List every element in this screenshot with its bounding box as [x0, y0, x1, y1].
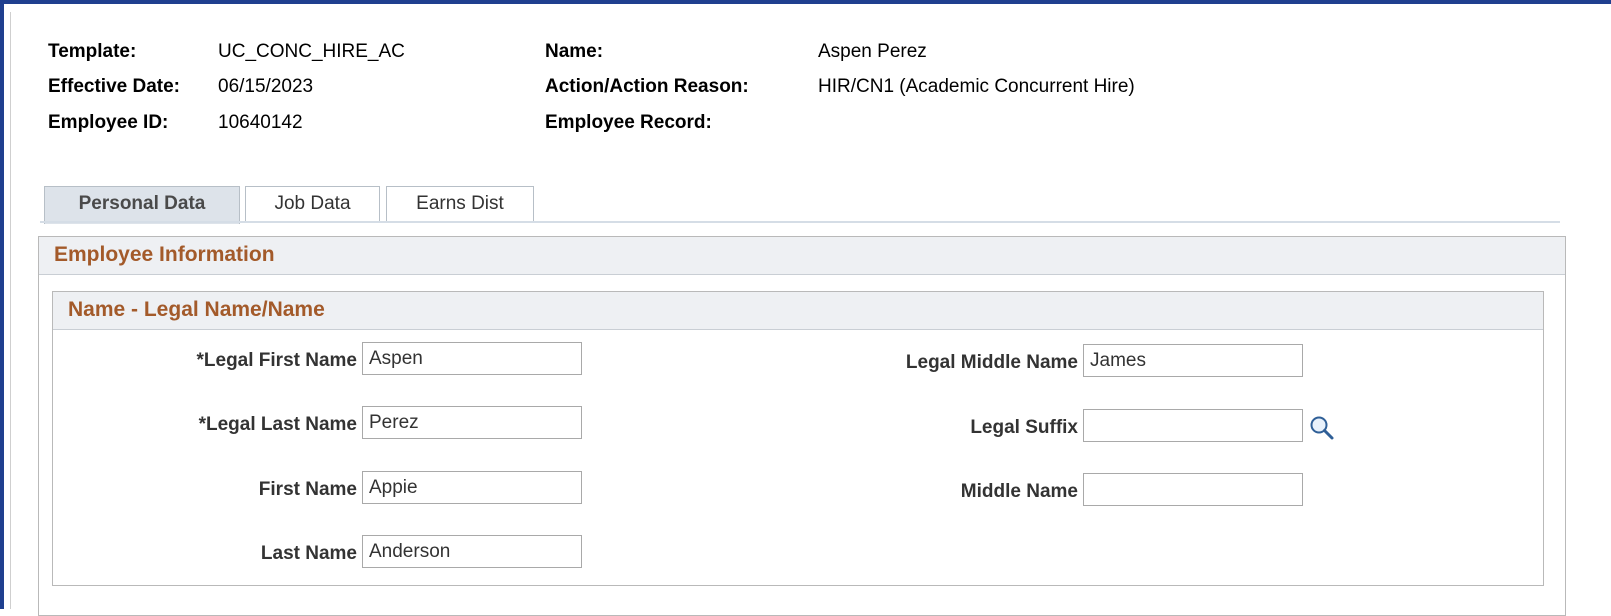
legal-last-name-label: *Legal Last Name — [198, 414, 357, 435]
last-name-label: Last Name — [260, 543, 357, 564]
middle-name-field[interactable] — [1083, 473, 1303, 506]
effective-date-value: 06/15/2023 — [218, 76, 314, 97]
name-value: Aspen Perez — [818, 41, 927, 62]
lookup-magnifier-icon[interactable] — [1308, 414, 1336, 442]
middle-name-label: Middle Name — [960, 481, 1078, 502]
employee-id-value: 10640142 — [218, 112, 303, 133]
tab-earns-dist[interactable]: Earns Dist — [386, 186, 534, 222]
legal-middle-name-field[interactable]: James — [1083, 344, 1303, 377]
last-name-field[interactable]: Anderson — [362, 535, 582, 568]
template-value: UC_CONC_HIRE_AC — [218, 41, 405, 62]
legal-first-name-label: *Legal First Name — [196, 350, 358, 371]
employee-information-header: Employee Information — [39, 237, 1565, 275]
employee-information-title: Employee Information — [54, 243, 275, 266]
tab-underline — [40, 221, 1560, 223]
action-reason-label: Action/Action Reason: — [545, 76, 749, 97]
first-name-field[interactable]: Appie — [362, 471, 582, 504]
action-reason-value: HIR/CN1 (Academic Concurrent Hire) — [818, 76, 1135, 97]
legal-name-title: Name - Legal Name/Name — [68, 298, 325, 321]
legal-last-name-field[interactable]: Perez — [362, 406, 582, 439]
tab-job-data[interactable]: Job Data — [245, 186, 380, 222]
name-label: Name: — [545, 41, 604, 62]
template-label: Template: — [48, 41, 137, 62]
employee-id-label: Employee ID: — [48, 112, 169, 133]
content-edge-line — [10, 12, 11, 609]
employee-record-label: Employee Record: — [545, 112, 712, 133]
first-name-label: First Name — [258, 479, 357, 500]
legal-first-name-field[interactable]: Aspen — [362, 342, 582, 375]
legal-name-header: Name - Legal Name/Name — [53, 292, 1543, 330]
effective-date-label: Effective Date: — [48, 76, 180, 97]
tab-personal-data[interactable]: Personal Data — [44, 186, 240, 224]
legal-middle-name-label: Legal Middle Name — [905, 352, 1078, 373]
legal-suffix-label: Legal Suffix — [970, 417, 1078, 438]
legal-suffix-field[interactable] — [1083, 409, 1303, 442]
